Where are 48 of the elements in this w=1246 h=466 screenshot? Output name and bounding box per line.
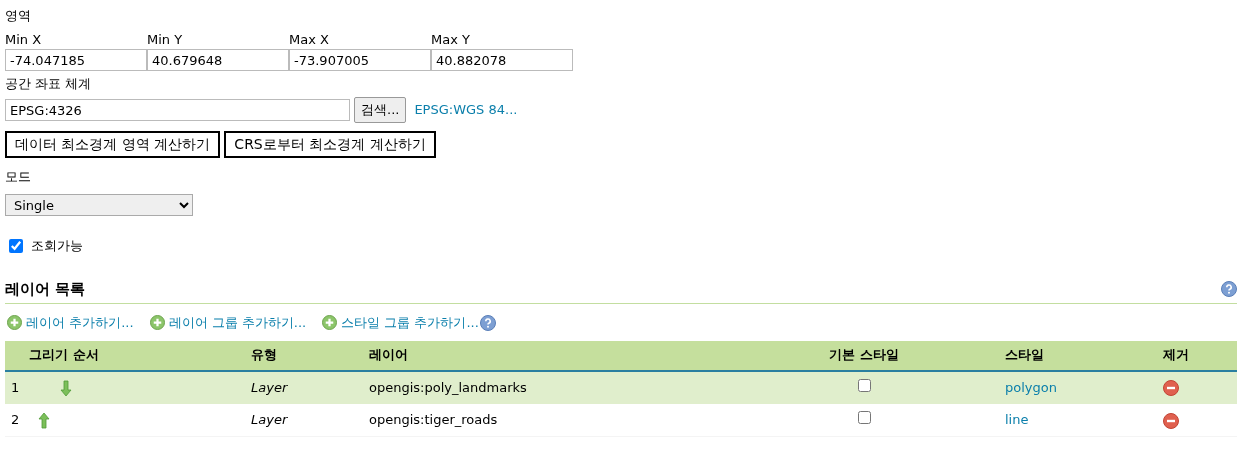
field-label: 모드 [5,168,32,186]
table-cell: opengis:poly_landmarks [369,379,527,395]
section-title: 레이어 목록 [5,278,86,300]
input-field[interactable]: EPSG:4326 [5,99,350,121]
column-header: 그리기 순서 [5,340,245,371]
add-icon [322,315,338,331]
table-cell-text: 2 [11,411,21,429]
style-link[interactable]: polygon [1005,379,1057,395]
add-icon [7,315,22,331]
checkbox-label: 조회가능 [31,237,83,255]
input-field[interactable]: 40.679648 [147,49,289,71]
add-icon [149,315,165,331]
compute-button[interactable]: 데이터 최소경계 영역 계산하기 [5,131,221,158]
column-header: 유형 [245,340,363,371]
table-cell: Layer [251,379,288,395]
table-cell: Layer [251,412,288,427]
help-icon[interactable] [479,314,496,331]
help-icon[interactable] [1221,280,1237,297]
table-cell: opengis:tiger_roads [369,412,498,427]
column-header: 기본 스타일 [755,340,973,371]
compute-button[interactable]: CRS로부터 최소경계 계산하기 [224,131,436,158]
default-style-checkbox[interactable] [857,411,871,424]
add-link[interactable]: 레이어 추가하기... [7,313,134,333]
field-label: 공간 좌표 체계 [5,75,92,93]
default-style-checkbox[interactable] [857,378,871,392]
table-cell-text: 1 [11,378,21,397]
mode-select[interactable]: Single [5,194,193,216]
column-header: 제거 [1131,340,1237,371]
field-label: Max Y [431,30,470,49]
move-up-icon[interactable] [37,412,51,429]
input-field[interactable]: -74.047185 [5,49,147,71]
search-button[interactable]: 검색... [354,97,407,123]
section-label: 영역 [5,7,32,25]
field-label: Max X [289,30,329,49]
field-label: Min Y [147,30,183,49]
add-link[interactable]: 스타일 그룹 추가하기... [322,313,479,333]
move-down-icon[interactable] [59,379,73,397]
field-label: Min X [5,30,42,49]
style-link[interactable]: line [1005,412,1029,427]
input-field[interactable]: -73.907005 [289,49,431,71]
column-header: 레이어 [363,340,755,371]
crs-link[interactable]: EPSG:WGS 84... [414,100,518,120]
add-link[interactable]: 레이어 그룹 추가하기... [149,313,307,333]
remove-icon[interactable] [1163,380,1179,397]
column-header: 스타일 [973,340,1131,371]
queryable-checkbox[interactable] [9,238,23,253]
remove-icon[interactable] [1163,412,1179,429]
input-field[interactable]: 40.882078 [431,49,573,71]
